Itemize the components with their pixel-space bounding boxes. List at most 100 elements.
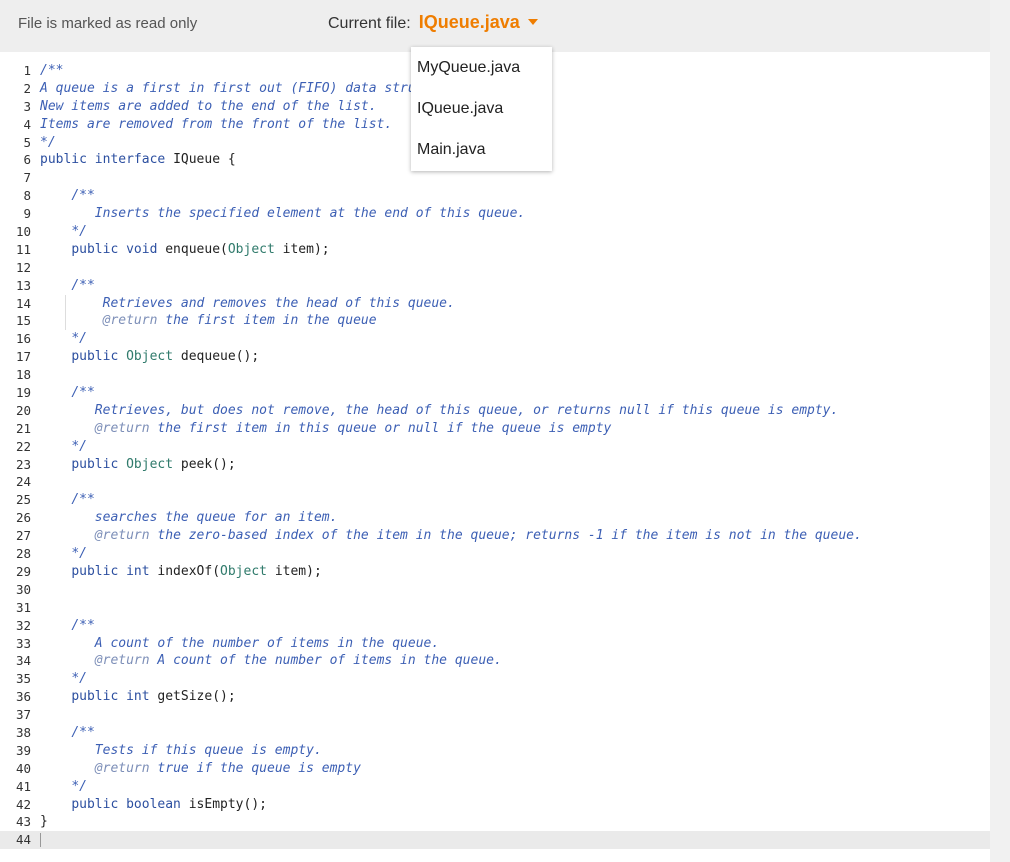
line-text: /** [71, 277, 95, 293]
line-number: 30 [15, 581, 31, 597]
line-number: 6 [23, 152, 31, 168]
line-text: public int indexOf(Object item); [71, 563, 322, 579]
code-line[interactable]: 26 searches the queue for an item. [0, 509, 990, 527]
line-number: 13 [15, 277, 31, 293]
line-number: 16 [15, 331, 31, 347]
code-line[interactable]: 33 A count of the number of items in the… [0, 635, 990, 653]
line-text: */ [71, 224, 87, 240]
readonly-notice: File is marked as read only [18, 15, 198, 32]
code-line[interactable]: 27 @return the zero-based index of the i… [0, 527, 990, 545]
code-line[interactable]: 25 /** [0, 491, 990, 509]
code-area[interactable]: 1 /** 2 A queue is a first in first out (FI… [0, 62, 990, 850]
line-text: /** [71, 385, 95, 401]
file-dropdown-menu: MyQueue.java IQueue.java Main.java [411, 47, 552, 171]
code-line[interactable]: 14 Retrieves and removes the head of thi… [0, 295, 990, 313]
code-line[interactable]: 17 public Object dequeue(); [0, 348, 990, 366]
code-line[interactable]: 23 public Object peek(); [0, 456, 990, 474]
line-number: 35 [15, 671, 31, 687]
code-line[interactable]: 31 [0, 599, 990, 617]
dropdown-option[interactable]: Main.java [411, 129, 552, 170]
code-editor[interactable]: 1 /** 2 A queue is a first in first out (FI… [0, 52, 990, 862]
dropdown-option[interactable]: IQueue.java [411, 88, 552, 129]
line-number: 36 [15, 689, 31, 705]
code-line[interactable]: 7 [0, 169, 990, 187]
line-text: @return the first item in this queue or … [94, 420, 612, 436]
code-line[interactable]: 21 @return the first item in this queue … [0, 420, 990, 438]
code-line[interactable]: 41 */ [0, 778, 990, 796]
line-text: @return true if the queue is empty [94, 760, 361, 776]
line-text: @return A count of the number of items i… [94, 653, 502, 669]
current-file-selector[interactable]: Current file: IQueue.java [328, 12, 538, 33]
code-line[interactable]: 20 Retrieves, but does not remove, the h… [0, 402, 990, 420]
line-number: 28 [15, 546, 31, 562]
code-line[interactable]: 10 */ [0, 223, 990, 241]
text-cursor [40, 833, 41, 848]
code-line[interactable]: 38 /** [0, 724, 990, 742]
code-line[interactable]: 40 @return true if the queue is empty [0, 760, 990, 778]
code-line[interactable]: 30 [0, 581, 990, 599]
line-number: 44 [15, 832, 31, 848]
code-line[interactable]: 28 */ [0, 545, 990, 563]
line-number: 25 [15, 492, 31, 508]
vertical-scrollbar[interactable] [990, 0, 1010, 862]
line-text: */ [40, 134, 56, 150]
code-line[interactable]: 8 /** [0, 187, 990, 205]
line-text: /** [71, 188, 95, 204]
line-text: searches the queue for an item. [94, 510, 338, 526]
line-number: 14 [15, 295, 31, 311]
code-line[interactable]: 43} [0, 813, 990, 831]
line-text: */ [71, 671, 87, 687]
code-line[interactable]: 44 [0, 831, 990, 850]
code-line[interactable]: 39 Tests if this queue is empty. [0, 742, 990, 760]
line-number: 10 [15, 224, 31, 240]
line-number: 17 [15, 349, 31, 365]
line-number: 22 [15, 438, 31, 454]
line-text: /** [71, 492, 95, 508]
line-text: @return the first item in the queue [102, 313, 377, 329]
line-text: Inserts the specified element at the end… [94, 206, 526, 222]
line-number: 1 [23, 63, 31, 78]
code-line[interactable]: 35 */ [0, 670, 990, 688]
line-text: public void enqueue(Object item); [71, 241, 330, 257]
line-number: 39 [15, 742, 31, 758]
line-text: */ [71, 331, 87, 347]
line-number: 24 [15, 474, 31, 490]
code-line[interactable]: 36 public int getSize(); [0, 688, 990, 706]
line-number: 18 [15, 367, 31, 383]
line-text: public interface IQueue { [40, 152, 236, 168]
line-number: 41 [15, 778, 31, 794]
code-line[interactable]: 13 /** [0, 277, 990, 295]
current-file-label: Current file: [328, 15, 411, 32]
code-line[interactable]: 42 public boolean isEmpty(); [0, 796, 990, 814]
code-line[interactable]: 32 /** [0, 617, 990, 635]
line-number: 5 [23, 134, 31, 150]
code-line[interactable]: 22 */ [0, 438, 990, 456]
code-line[interactable]: 9 Inserts the specified element at the e… [0, 205, 990, 223]
current-file-name[interactable]: IQueue.java [419, 12, 520, 33]
code-line[interactable]: 29 public int indexOf(Object item); [0, 563, 990, 581]
code-line[interactable]: 12 [0, 259, 990, 277]
line-text: /** [40, 63, 64, 78]
dropdown-option[interactable]: MyQueue.java [411, 47, 552, 88]
line-number: 40 [15, 760, 31, 776]
line-text: /** [71, 617, 95, 633]
line-number: 32 [15, 617, 31, 633]
line-number: 34 [15, 653, 31, 669]
line-number: 9 [23, 206, 31, 222]
code-line[interactable]: 15 @return the first item in the queue [0, 312, 990, 330]
line-text: /** [71, 724, 95, 740]
line-number: 33 [15, 635, 31, 651]
code-line[interactable]: 18 [0, 366, 990, 384]
code-line[interactable]: 16 */ [0, 330, 990, 348]
line-number: 23 [15, 456, 31, 472]
line-number: 27 [15, 528, 31, 544]
caret-down-icon[interactable] [527, 19, 538, 25]
line-text: Retrieves and removes the head of this q… [102, 295, 455, 311]
code-line[interactable]: 37 [0, 706, 990, 724]
line-number: 42 [15, 796, 31, 812]
line-number: 4 [23, 116, 31, 132]
code-line[interactable]: 34 @return A count of the number of item… [0, 652, 990, 670]
code-line[interactable]: 11 public void enqueue(Object item); [0, 241, 990, 259]
code-line[interactable]: 19 /** [0, 384, 990, 402]
code-line[interactable]: 24 [0, 473, 990, 491]
